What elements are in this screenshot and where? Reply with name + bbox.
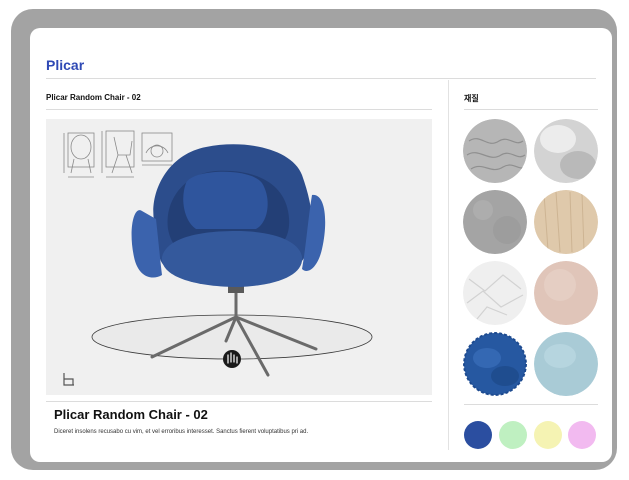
material-swatch-light-blue-fabric[interactable] [534,332,598,396]
tablet-screen: Plicar Plicar Random Chair - 02 재질 Plica… [30,28,612,462]
chair-3d-model[interactable] [131,144,326,287]
product-title: Plicar Random Chair - 02 [46,93,141,102]
material-swatch-silver-metal[interactable] [534,119,598,183]
color-option-mint-green[interactable] [499,421,527,449]
panel-divider [448,80,449,450]
material-swatch-pink-leather[interactable] [534,261,598,325]
product-description: Diceret insolens recusabo cu vim, et vel… [54,429,309,435]
material-swatch-light-wood[interactable] [534,190,598,254]
blueprint-views-icon [63,130,173,178]
material-swatch-blue-velvet[interactable] [463,332,527,396]
product-name: Plicar Random Chair - 02 [54,407,208,422]
title-divider [46,109,432,110]
header-divider [46,78,596,79]
brand-logo[interactable]: Plicar [46,57,84,73]
hand-rotate-icon[interactable] [223,350,241,368]
color-option-pale-yellow[interactable] [534,421,562,449]
chair-icon[interactable] [63,373,74,386]
colors-divider [464,404,598,405]
product-3d-viewer[interactable] [46,119,432,395]
material-swatch-white-leather[interactable] [463,261,527,325]
viewer-divider [46,401,432,402]
materials-divider [464,109,598,110]
color-option-pink[interactable] [568,421,596,449]
material-swatch-gray-fabric[interactable] [463,190,527,254]
color-option-navy[interactable] [464,421,492,449]
material-swatch-gray-leather[interactable] [463,119,527,183]
materials-label: 재질 [464,94,479,103]
